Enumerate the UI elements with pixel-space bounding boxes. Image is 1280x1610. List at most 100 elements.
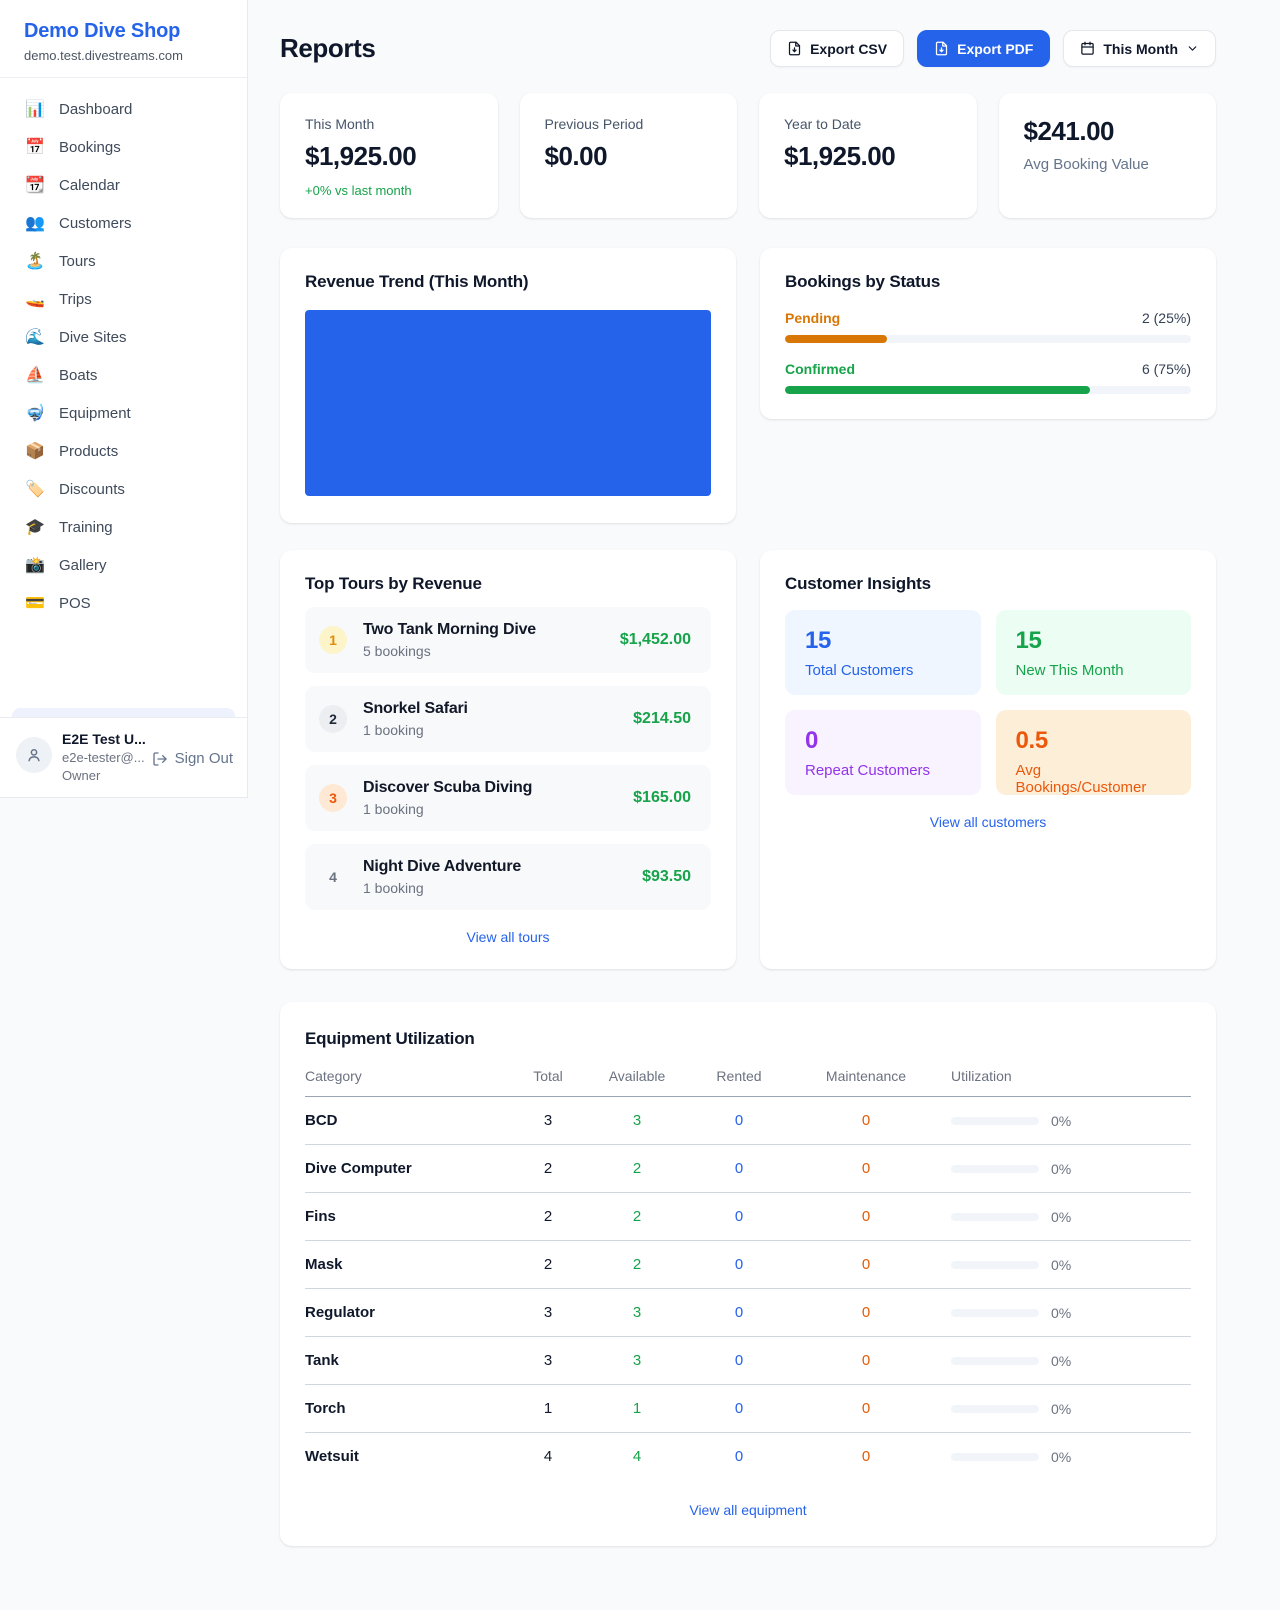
table-row: Fins 2 2 0 0 0% (305, 1193, 1191, 1241)
insight-value: 0 (805, 727, 961, 755)
sidebar-item-pos[interactable]: 💳 POS (12, 586, 235, 621)
progress-fill (785, 386, 1090, 394)
header-actions: Export CSV Export PDF This Month (770, 30, 1216, 67)
cell-category: Regulator (305, 1289, 505, 1337)
sign-out-button[interactable]: Sign Out (152, 750, 233, 767)
cell-maintenance: 0 (795, 1385, 937, 1433)
period-label: This Month (1103, 41, 1178, 57)
sidebar-item-dive-sites[interactable]: 🌊 Dive Sites (12, 320, 235, 355)
sidebar-header: Demo Dive Shop demo.test.divestreams.com (0, 0, 247, 78)
progress-fill (785, 335, 887, 343)
page-title: Reports (280, 33, 375, 64)
sidebar-item-label: Equipment (59, 405, 131, 422)
cell-utilization: 0% (937, 1097, 1191, 1145)
sidebar-item-training[interactable]: 🎓 Training (12, 510, 235, 545)
status-row-pending: Pending 2 (25%) (785, 310, 1191, 343)
shop-domain: demo.test.divestreams.com (24, 48, 223, 63)
cell-category: Torch (305, 1385, 505, 1433)
sidebar-item-label: Calendar (59, 177, 120, 194)
equipment-utilization-card: Equipment Utilization Category Total Ava… (280, 1002, 1216, 1546)
insights-grid: 15 Total Customers 15 New This Month 0 R… (785, 610, 1191, 795)
table-header-row: Category Total Available Rented Maintena… (305, 1068, 1191, 1097)
status-label: Confirmed (785, 361, 855, 377)
cell-maintenance: 0 (795, 1337, 937, 1385)
cell-maintenance: 0 (795, 1289, 937, 1337)
tour-name: Discover Scuba Diving (363, 779, 532, 797)
tour-bookings: 5 bookings (363, 643, 536, 659)
stats-row: This Month $1,925.00 +0% vs last month P… (280, 93, 1216, 218)
sidebar-item-label: Training (59, 519, 113, 536)
view-all-equipment-link[interactable]: View all equipment (305, 1502, 1191, 1518)
cell-maintenance: 0 (795, 1097, 937, 1145)
cell-maintenance: 0 (795, 1433, 937, 1481)
sidebar-item-equipment[interactable]: 🤿 Equipment (12, 396, 235, 431)
customer-insights-card: Customer Insights 15 Total Customers 15 … (760, 550, 1216, 969)
view-all-tours-link[interactable]: View all tours (305, 929, 711, 945)
island-icon: 🏝️ (24, 254, 46, 270)
column-header-total: Total (505, 1068, 591, 1097)
export-csv-button[interactable]: Export CSV (770, 30, 904, 67)
sidebar-item-label: Bookings (59, 139, 121, 156)
period-select-button[interactable]: This Month (1063, 30, 1216, 67)
sidebar-item-reports-active-clipped[interactable] (12, 708, 235, 717)
sidebar-item-tours[interactable]: 🏝️ Tours (12, 244, 235, 279)
cell-rented: 0 (683, 1337, 795, 1385)
customer-insights-title: Customer Insights (785, 574, 1191, 594)
top-tours-card: Top Tours by Revenue 1 Two Tank Morning … (280, 550, 736, 969)
cell-utilization: 0% (937, 1145, 1191, 1193)
cell-category: Mask (305, 1241, 505, 1289)
cell-category: Wetsuit (305, 1433, 505, 1481)
charts-row: Revenue Trend (This Month) Bookings by S… (280, 248, 1216, 523)
sidebar-item-discounts[interactable]: 🏷️ Discounts (12, 472, 235, 507)
cell-available: 2 (591, 1145, 683, 1193)
insight-value: 15 (805, 627, 961, 655)
stat-card-this-month: This Month $1,925.00 +0% vs last month (280, 93, 498, 218)
cell-rented: 0 (683, 1385, 795, 1433)
user-info: E2E Test U... e2e-tester@... Owner (62, 728, 146, 783)
sidebar-item-gallery[interactable]: 📸 Gallery (12, 548, 235, 583)
utilization-bar (951, 1165, 1039, 1173)
wave-icon: 🌊 (24, 330, 46, 346)
user-name: E2E Test U... (62, 731, 146, 747)
cell-total: 1 (505, 1385, 591, 1433)
cell-maintenance: 0 (795, 1241, 937, 1289)
table-row: Mask 2 2 0 0 0% (305, 1241, 1191, 1289)
sidebar-item-dashboard[interactable]: 📊 Dashboard (12, 92, 235, 127)
tour-amount: $93.50 (642, 868, 691, 886)
cell-total: 2 (505, 1241, 591, 1289)
table-row: Dive Computer 2 2 0 0 0% (305, 1145, 1191, 1193)
insight-total-customers: 15 Total Customers (785, 610, 981, 695)
equipment-table: Category Total Available Rented Maintena… (305, 1068, 1191, 1480)
sidebar-item-calendar[interactable]: 📆 Calendar (12, 168, 235, 203)
export-pdf-button[interactable]: Export PDF (917, 30, 1050, 67)
tour-amount: $214.50 (633, 710, 691, 728)
sidebar-item-products[interactable]: 📦 Products (12, 434, 235, 469)
speedboat-icon: 🚤 (24, 292, 46, 308)
shop-name: Demo Dive Shop (24, 20, 223, 43)
utilization-bar (951, 1357, 1039, 1365)
sidebar-nav: 📊 Dashboard 📅 Bookings 📆 Calendar 👥 Cust… (0, 78, 247, 624)
cell-total: 3 (505, 1289, 591, 1337)
sidebar-item-boats[interactable]: ⛵ Boats (12, 358, 235, 393)
diving-mask-icon: 🤿 (24, 406, 46, 422)
sidebar-item-trips[interactable]: 🚤 Trips (12, 282, 235, 317)
utilization-percent: 0% (1051, 1305, 1071, 1321)
tour-amount: $1,452.00 (620, 631, 691, 649)
calendar-icon (1080, 41, 1095, 56)
sidebar-item-customers[interactable]: 👥 Customers (12, 206, 235, 241)
cell-total: 2 (505, 1193, 591, 1241)
customers-icon: 👥 (24, 216, 46, 232)
tour-bookings: 1 booking (363, 722, 468, 738)
sidebar-item-bookings[interactable]: 📅 Bookings (12, 130, 235, 165)
cell-available: 1 (591, 1385, 683, 1433)
tour-row: 1 Two Tank Morning Dive 5 bookings $1,45… (305, 607, 711, 673)
sidebar-item-label: Products (59, 443, 118, 460)
rank-badge: 4 (319, 863, 347, 891)
cell-maintenance: 0 (795, 1145, 937, 1193)
bookings-by-status-title: Bookings by Status (785, 272, 1191, 292)
view-all-customers-link[interactable]: View all customers (785, 814, 1191, 830)
dashboard-icon: 📊 (24, 102, 46, 118)
user-email: e2e-tester@... (62, 750, 146, 765)
user-section: E2E Test U... e2e-tester@... Owner Sign … (0, 717, 247, 797)
logout-icon (152, 751, 168, 767)
